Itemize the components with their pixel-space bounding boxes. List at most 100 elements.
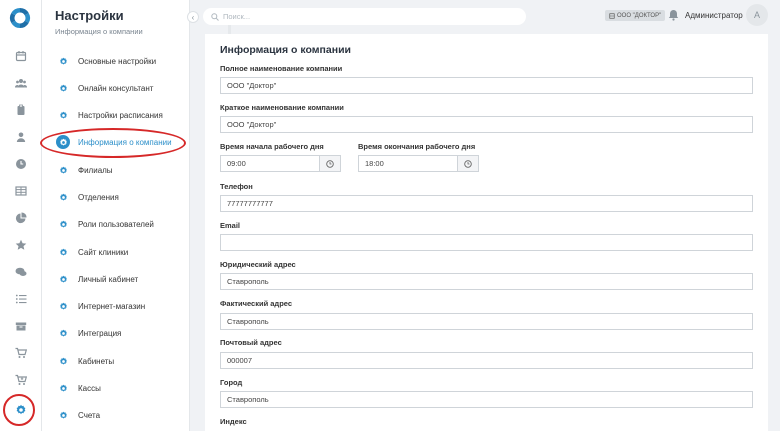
settings-submenu: Настройки Информация о компании Основные… [42, 0, 231, 431]
icon-rail [0, 0, 42, 431]
end-time-field[interactable]: 18:00 [358, 155, 458, 172]
start-time-picker-button[interactable] [320, 155, 341, 172]
clock-icon [326, 159, 334, 168]
search-input[interactable] [223, 12, 513, 21]
start-time-field[interactable]: 09:00 [220, 155, 320, 172]
gear-icon [56, 163, 70, 177]
rail-reports[interactable] [0, 208, 42, 228]
rail-cart-plus[interactable] [0, 370, 42, 390]
cart-icon [15, 347, 27, 358]
submenu-item-label: Настройки расписания [78, 110, 163, 120]
submenu-item-label: Интеграция [78, 328, 122, 338]
gear-icon [56, 408, 70, 422]
short-name-label: Краткое наименование компании [220, 103, 344, 112]
rail-warehouse[interactable] [0, 316, 42, 336]
submenu-item-cash-desks[interactable]: Кассы [54, 378, 186, 398]
index-label: Индекс [220, 417, 247, 426]
rail-users[interactable] [0, 73, 42, 93]
gear-icon [56, 299, 70, 313]
submenu-item-label: Кассы [78, 383, 101, 393]
full-name-field[interactable]: ООО "Доктор" [220, 77, 753, 94]
submenu-item-label: Онлайн консультант [78, 83, 154, 93]
start-time-label: Время начала рабочего дня [220, 142, 324, 151]
annotation-oval [40, 128, 186, 158]
submenu-item-label: Сайт клиники [78, 247, 129, 257]
star-icon [15, 239, 27, 250]
rail-cart[interactable] [0, 343, 42, 363]
submenu-item-label: Филиалы [78, 165, 113, 175]
rail-clock[interactable] [0, 154, 42, 174]
submenu-item-cabinets[interactable]: Кабинеты [54, 351, 186, 371]
clinic-badge[interactable]: ООО "ДОКТОР" [605, 10, 666, 21]
short-name-field[interactable]: ООО "Доктор" [220, 116, 753, 133]
company-info-card: Информация о компании Полное наименовани… [205, 34, 768, 431]
gear-icon [56, 54, 70, 68]
gear-icon [56, 108, 70, 122]
submenu-item-main-settings[interactable]: Основные настройки [54, 51, 186, 71]
submenu-item-label: Личный кабинет [78, 274, 139, 284]
submenu-title: Настройки [55, 8, 124, 23]
collapse-sidebar-button[interactable]: ‹ [187, 11, 199, 23]
chevron-left-icon: ‹ [191, 12, 195, 22]
actual-address-label: Фактический адрес [220, 299, 293, 308]
city-field[interactable]: Ставрополь [220, 391, 753, 408]
submenu-item-clinic-site[interactable]: Сайт клиники [54, 242, 186, 262]
submenu-item-personal-account[interactable]: Личный кабинет [54, 269, 186, 289]
submenu-item-label: Отделения [78, 192, 119, 202]
postal-address-field[interactable]: 000007 [220, 352, 753, 369]
rail-calendar[interactable] [0, 46, 42, 66]
city-label: Город [220, 378, 243, 387]
gear-icon [56, 354, 70, 368]
submenu-item-integration[interactable]: Интеграция [54, 323, 186, 343]
chat-icon [15, 267, 27, 276]
cart-plus-icon [15, 374, 27, 385]
user-icon [16, 132, 26, 142]
phone-field[interactable]: 77777777777 [220, 195, 753, 212]
clock-icon [16, 159, 26, 169]
avatar[interactable]: А [746, 4, 768, 26]
box-icon [15, 322, 27, 331]
search-bar[interactable] [203, 8, 526, 25]
submenu-subtitle: Информация о компании [55, 27, 143, 36]
search-icon [211, 12, 219, 21]
calendar-icon [15, 51, 27, 62]
gear-icon [56, 272, 70, 286]
submenu-item-user-roles[interactable]: Роли пользователей [54, 214, 186, 234]
rail-clipboard[interactable] [0, 100, 42, 120]
email-label: Email [220, 221, 241, 230]
submenu-item-online-store[interactable]: Интернет-магазин [54, 296, 186, 316]
legal-address-field[interactable]: Ставрополь [220, 273, 753, 290]
submenu-item-label: Основные настройки [78, 56, 157, 66]
page-title: Информация о компании [220, 44, 351, 56]
end-time-label: Время окончания рабочего дня [358, 142, 476, 151]
bell-icon[interactable] [668, 9, 679, 21]
clinic-badge-label: ООО "ДОКТОР" [617, 12, 662, 19]
annotation-circle [3, 394, 35, 426]
submenu-item-departments[interactable]: Отделения [54, 187, 186, 207]
actual-address-field[interactable]: Ставрополь [220, 313, 753, 330]
submenu-item-online-consultant[interactable]: Онлайн консультант [54, 78, 186, 98]
email-field[interactable] [220, 234, 753, 251]
rail-chat[interactable] [0, 262, 42, 282]
rail-favorites[interactable] [0, 235, 42, 255]
gear-icon [56, 81, 70, 95]
pie-chart-icon [15, 212, 27, 224]
clipboard-icon [17, 104, 25, 115]
rail-list[interactable] [0, 289, 42, 309]
full-name-label: Полное наименование компании [220, 64, 343, 73]
rail-table[interactable] [0, 181, 42, 201]
gear-icon [56, 326, 70, 340]
phone-label: Телефон [220, 182, 253, 191]
submenu-item-label: Кабинеты [78, 356, 115, 366]
submenu-item-label: Интернет-магазин [78, 301, 146, 311]
logo-icon[interactable] [8, 6, 32, 30]
submenu-item-branches[interactable]: Филиалы [54, 160, 186, 180]
submenu-item-schedule-settings[interactable]: Настройки расписания [54, 105, 186, 125]
rail-user[interactable] [0, 127, 42, 147]
submenu-item-label: Роли пользователей [78, 219, 154, 229]
building-icon [609, 12, 615, 19]
submenu-item-accounts[interactable]: Счета [54, 405, 186, 425]
end-time-picker-button[interactable] [458, 155, 479, 172]
legal-address-label: Юридический адрес [220, 260, 296, 269]
user-name[interactable]: Администратор [685, 11, 743, 20]
